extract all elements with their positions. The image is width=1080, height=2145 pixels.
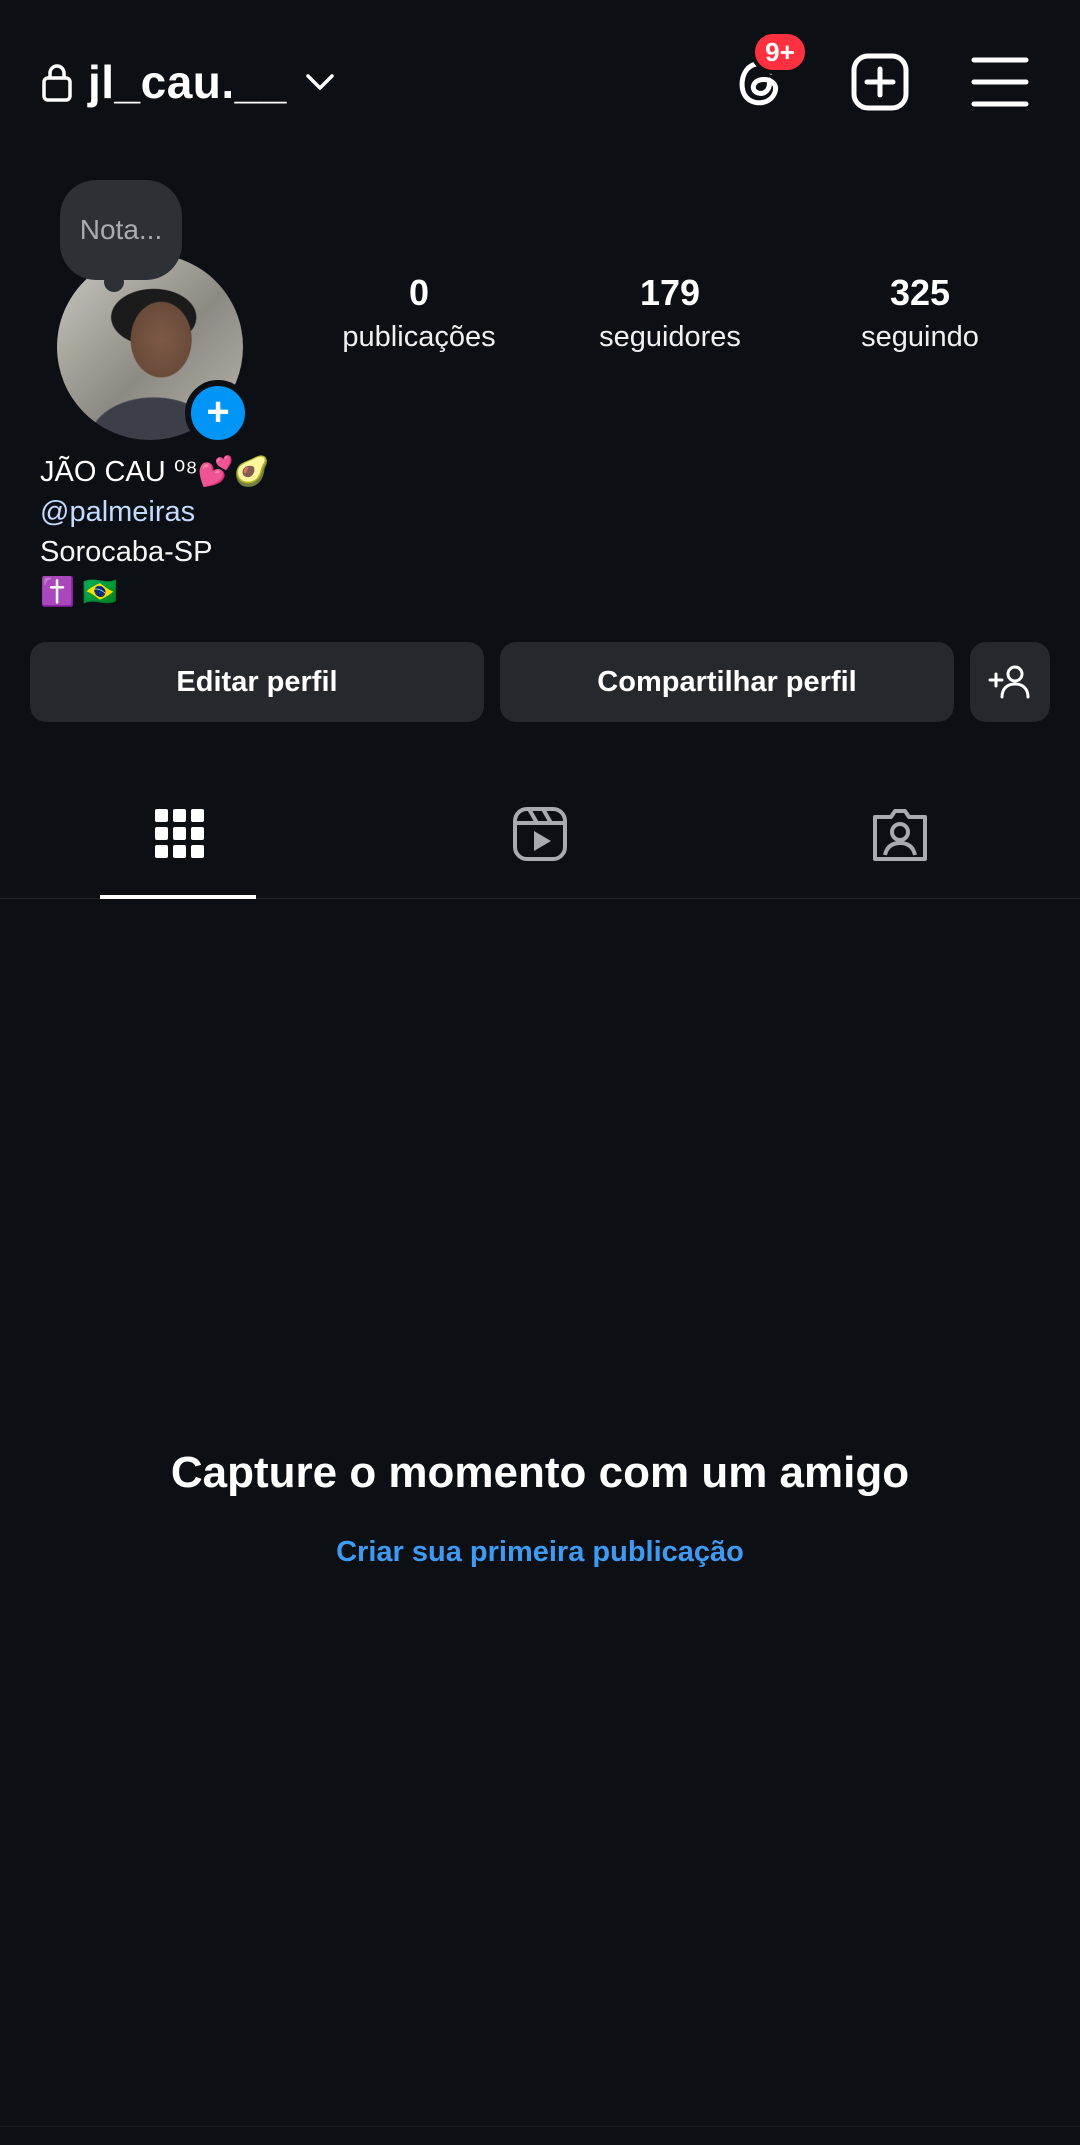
menu-button[interactable]: [968, 50, 1032, 114]
tab-tagged[interactable]: [720, 770, 1080, 898]
chevron-down-icon: [306, 74, 334, 90]
add-story-button[interactable]: +: [185, 380, 251, 446]
create-first-post-link[interactable]: Criar sua primeira publicação: [0, 1536, 1080, 1569]
bio-mention-link[interactable]: @palmeiras: [40, 492, 270, 532]
profile-tabs: [0, 770, 1080, 899]
note-bubble[interactable]: Nota...: [60, 180, 182, 292]
edit-profile-button[interactable]: Editar perfil: [30, 642, 484, 722]
discover-people-button[interactable]: [970, 642, 1050, 722]
empty-state-title: Capture o momento com um amigo: [170, 1448, 910, 1497]
followers-count[interactable]: 179 seguidores: [570, 268, 770, 356]
username: jl_cau.__: [88, 56, 287, 108]
bio: JÃO CAU ⁰⁸💕🥑 @palmeiras Sorocaba-SP ✝️ 🇧…: [40, 452, 270, 612]
add-person-icon: [988, 665, 1030, 699]
active-tab-indicator: [100, 895, 256, 899]
lock-icon: [42, 64, 72, 102]
top-bar: jl_cau.__ 9+: [0, 0, 1080, 160]
account-switcher[interactable]: jl_cau.__: [40, 50, 335, 114]
tab-reels[interactable]: [360, 770, 720, 898]
reels-icon: [513, 807, 567, 861]
create-post-button[interactable]: [848, 50, 912, 114]
profile-actions: Editar perfil Compartilhar perfil: [30, 642, 1050, 722]
hamburger-menu-icon: [971, 57, 1029, 107]
share-profile-button[interactable]: Compartilhar perfil: [500, 642, 954, 722]
posts-number: 0: [408, 272, 430, 313]
posts-count: 0 publicações: [319, 268, 519, 356]
following-number: 325: [889, 272, 951, 313]
followers-label: seguidores: [599, 321, 741, 353]
grid-icon: [155, 809, 204, 858]
tab-posts-grid[interactable]: [0, 770, 360, 899]
posts-label: publicações: [342, 321, 496, 353]
display-name: JÃO CAU ⁰⁸💕🥑: [40, 456, 270, 488]
following-label: seguindo: [861, 321, 979, 353]
notification-badge: 9+: [751, 30, 809, 74]
tagged-icon: [873, 809, 927, 861]
bio-emojis: ✝️ 🇧🇷: [40, 576, 118, 607]
bio-location: Sorocaba-SP: [40, 536, 213, 568]
following-count[interactable]: 325 seguindo: [820, 268, 1020, 356]
followers-number: 179: [639, 272, 701, 313]
create-post-icon: [851, 53, 909, 111]
bottom-divider: [0, 2126, 1080, 2127]
